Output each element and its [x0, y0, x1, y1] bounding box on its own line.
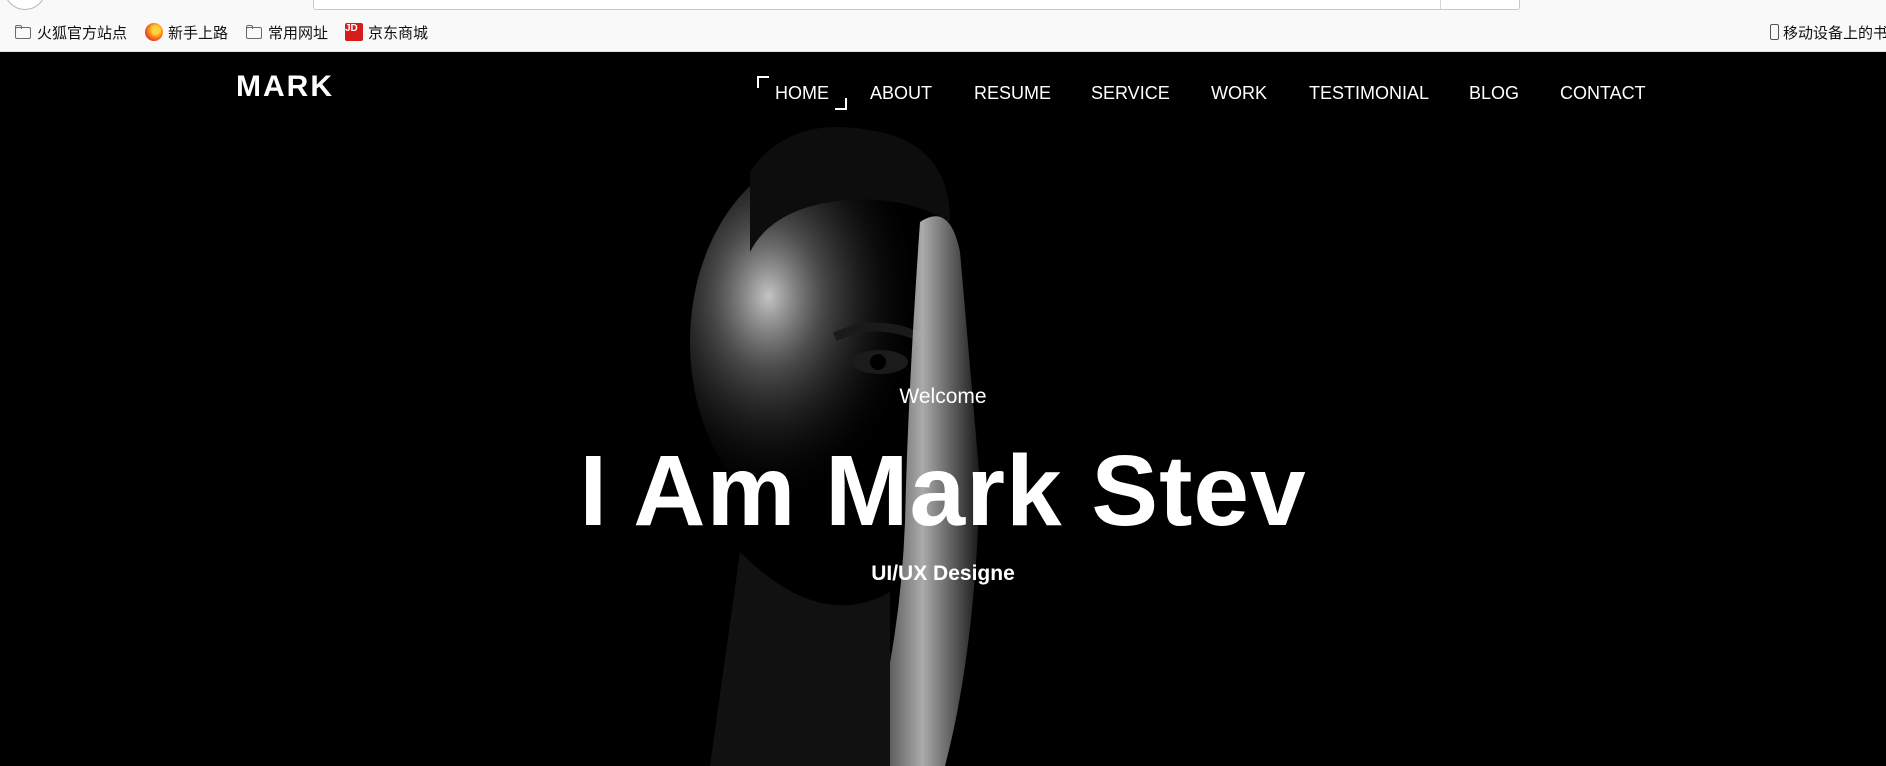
bookmarks-toolbar: 火狐官方站点 新手上路 常用网址 JD 京东商城 移动设备上的书 [0, 12, 1886, 52]
hero-role: UI/UX Designe [871, 562, 1015, 585]
address-bar[interactable] [313, 0, 1520, 10]
nav-contact[interactable]: CONTACT [1560, 83, 1646, 104]
back-button[interactable] [4, 0, 46, 10]
phone-icon [1770, 24, 1779, 40]
bookmark-firefox-site[interactable]: 火狐官方站点 [14, 22, 127, 42]
nav-about[interactable]: ABOUT [870, 83, 932, 104]
folder-icon [245, 23, 263, 41]
bookmark-jd[interactable]: JD 京东商城 [345, 22, 428, 42]
nav-home[interactable]: HOME [757, 76, 847, 110]
site-logo[interactable]: MARK [236, 70, 334, 104]
bookmark-common-sites[interactable]: 常用网址 [245, 22, 328, 42]
site-navbar: MARK HOME ABOUT RESUME SERVICE WORK TEST… [0, 52, 1886, 132]
hero-section: MARK HOME ABOUT RESUME SERVICE WORK TEST… [0, 52, 1886, 766]
folder-icon [14, 23, 32, 41]
bookmark-label: 火狐官方站点 [37, 24, 128, 42]
nav-service[interactable]: SERVICE [1091, 83, 1170, 104]
bookmark-label: 京东商城 [368, 24, 429, 42]
hero-headline: I Am Mark Stev [579, 435, 1307, 547]
nav-blog[interactable]: BLOG [1469, 83, 1519, 104]
nav-work[interactable]: WORK [1211, 83, 1267, 104]
mobile-bookmarks[interactable]: 移动设备上的书 [1770, 22, 1886, 42]
portrait-photo [690, 127, 980, 766]
bookmark-getting-started[interactable]: 新手上路 [145, 22, 228, 42]
jd-icon: JD [345, 23, 363, 41]
welcome-text: Welcome [899, 385, 987, 408]
browser-toolbar [0, 0, 1886, 12]
address-bar-separator [1440, 0, 1441, 9]
nav-testimonial[interactable]: TESTIMONIAL [1309, 83, 1429, 104]
bookmark-label: 新手上路 [168, 24, 229, 42]
firefox-icon [145, 23, 163, 41]
bookmark-label: 移动设备上的书 [1783, 24, 1886, 42]
bookmark-label: 常用网址 [268, 24, 329, 42]
nav-resume[interactable]: RESUME [974, 83, 1051, 104]
